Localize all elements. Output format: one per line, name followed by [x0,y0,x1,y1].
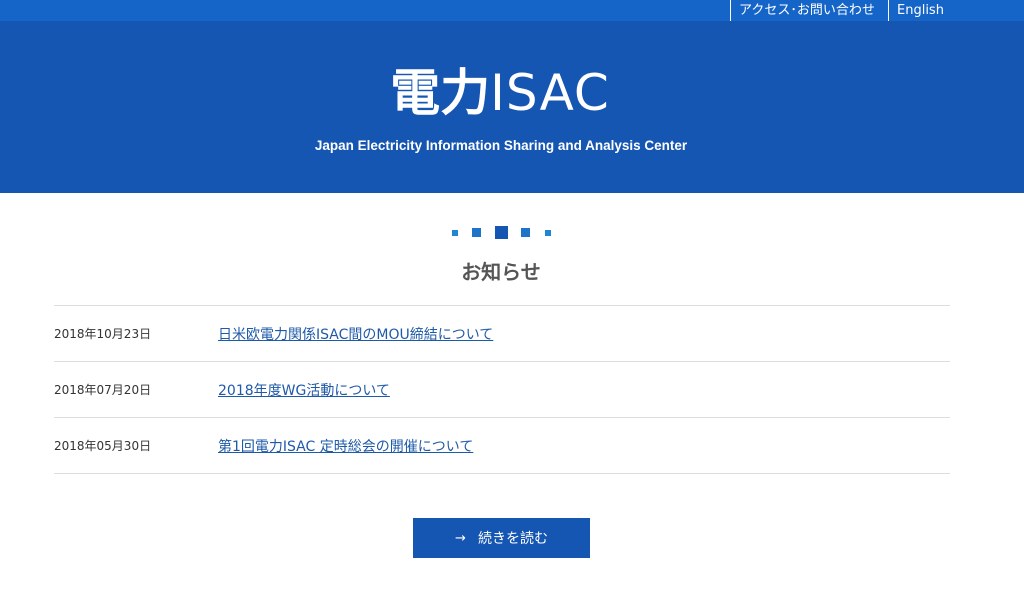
section-dots-decoration [0,226,1002,240]
access-contact-link[interactable]: アクセス･お問い合わせ [730,0,888,21]
hero-banner: 電力ISAC Japan Electricity Information Sha… [0,21,1024,193]
news-section-title: お知らせ [461,260,541,284]
news-link[interactable]: 第1回電力ISAC 定時総会の開催について [218,418,473,476]
read-more-button[interactable]: → 続きを読む [413,518,590,558]
news-item: 2018年07月20日 2018年度WG活動について [54,362,950,418]
decor-dot [472,228,481,237]
site-tagline: Japan Electricity Information Sharing an… [314,138,688,153]
decor-dot [495,226,508,239]
news-item: 2018年05月30日 第1回電力ISAC 定時総会の開催について [54,418,950,474]
site-logo[interactable]: 電力ISAC [0,63,1000,123]
utility-links: アクセス･お問い合わせ English [730,0,954,21]
top-utility-bar: アクセス･お問い合わせ English [0,0,1024,21]
arrow-right-icon: → [455,530,466,546]
decor-dot [521,228,530,237]
news-date: 2018年05月30日 [54,439,152,453]
news-list: 2018年10月23日 日米欧電力関係ISAC間のMOU締結について 2018年… [54,305,950,474]
news-link[interactable]: 日米欧電力関係ISAC間のMOU締結について [218,306,493,364]
read-more-label: 続きを読む [477,531,548,547]
decor-dot [545,230,551,236]
news-item: 2018年10月23日 日米欧電力関係ISAC間のMOU締結について [54,306,950,362]
decor-dot [452,230,458,236]
news-link[interactable]: 2018年度WG活動について [218,362,390,420]
news-date: 2018年10月23日 [54,327,152,341]
english-link[interactable]: English [888,0,954,21]
news-date: 2018年07月20日 [54,383,152,397]
logo-latin: ISAC [490,64,610,122]
logo-kanji: 電力 [390,64,491,122]
